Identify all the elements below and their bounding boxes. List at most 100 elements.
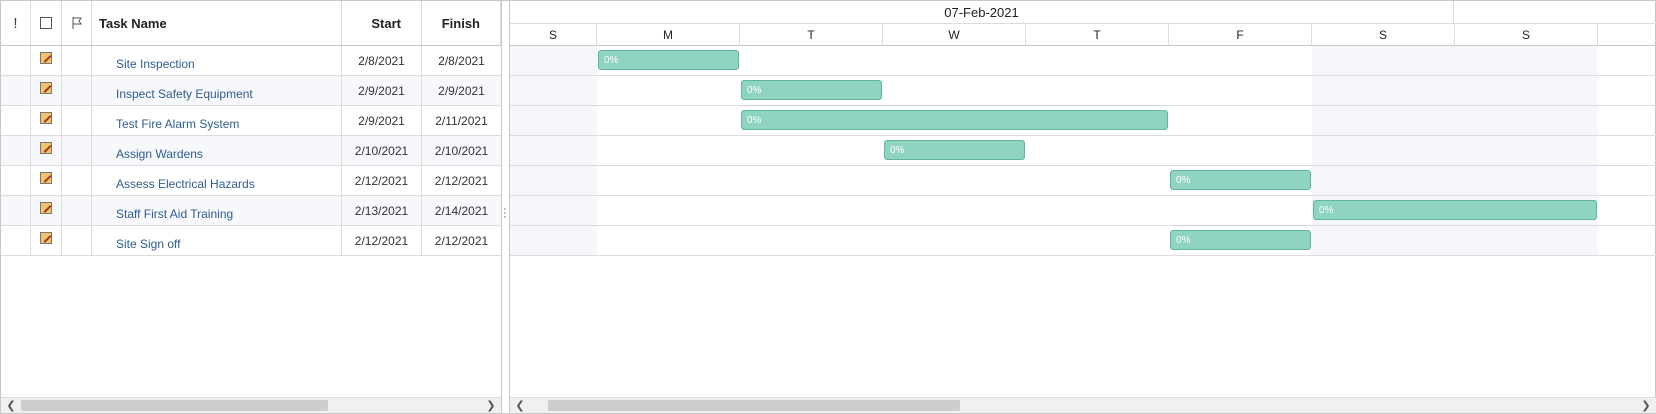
start-date-cell[interactable]: 2/12/2021: [342, 166, 422, 195]
task-name-cell[interactable]: Assess Electrical Hazards: [92, 166, 342, 195]
checkbox-icon[interactable]: [40, 17, 52, 29]
importance-cell[interactable]: [1, 226, 31, 255]
task-type-cell[interactable]: [31, 106, 62, 135]
task-name-cell[interactable]: Site Inspection: [92, 46, 342, 75]
finish-date-cell[interactable]: 2/12/2021: [422, 226, 501, 255]
finish-date-cell[interactable]: 2/10/2021: [422, 136, 501, 165]
flag-cell[interactable]: [62, 76, 92, 105]
chart-scroll-left-arrow-icon[interactable]: ❮: [512, 398, 528, 413]
task-type-cell[interactable]: [31, 76, 62, 105]
importance-cell[interactable]: [1, 106, 31, 135]
task-progress-label: 0%: [747, 114, 762, 126]
grid-header: ! Task Name Start Finish: [1, 1, 501, 46]
timeline-day: T: [1026, 24, 1169, 46]
task-name-cell[interactable]: Assign Wardens: [92, 136, 342, 165]
task-bar[interactable]: 0%: [741, 110, 1168, 130]
task-name-cell[interactable]: Staff First Aid Training: [92, 196, 342, 225]
finish-date-cell[interactable]: 2/8/2021: [422, 46, 501, 75]
task-name: Assess Electrical Hazards: [116, 176, 255, 191]
task-edit-icon[interactable]: [40, 171, 52, 184]
flag-column-header[interactable]: [62, 1, 92, 45]
pane-splitter[interactable]: · · ·: [502, 1, 510, 413]
finish-date-cell[interactable]: 2/9/2021: [422, 76, 501, 105]
start-column-header[interactable]: Start: [342, 1, 422, 45]
task-bar[interactable]: 0%: [1170, 230, 1311, 250]
task-type-cell[interactable]: [31, 226, 62, 255]
importance-cell[interactable]: [1, 46, 31, 75]
chart-scroll-right-arrow-icon[interactable]: ❯: [1638, 398, 1654, 413]
chart-scroll-thumb[interactable]: [548, 400, 960, 411]
finish-date: 2/10/2021: [434, 143, 489, 158]
grid-horizontal-scrollbar[interactable]: ❮ ❯: [1, 397, 501, 413]
finish-column-header[interactable]: Finish: [422, 1, 501, 45]
task-bar[interactable]: 0%: [741, 80, 882, 100]
task-type-cell[interactable]: [31, 196, 62, 225]
start-date: 2/10/2021: [354, 143, 409, 158]
chart-row: 0%: [510, 166, 1656, 196]
start-date-cell[interactable]: 2/8/2021: [342, 46, 422, 75]
task-progress-label: 0%: [890, 144, 905, 156]
chart-horizontal-scrollbar[interactable]: ❮ ❯: [510, 397, 1656, 413]
flag-cell[interactable]: [62, 46, 92, 75]
importance-column-header[interactable]: !: [1, 1, 31, 45]
start-date-cell[interactable]: 2/12/2021: [342, 226, 422, 255]
importance-cell[interactable]: [1, 196, 31, 225]
timeline-day: F: [1169, 24, 1312, 46]
scroll-left-arrow-icon[interactable]: ❮: [3, 398, 19, 413]
task-name-cell[interactable]: Inspect Safety Equipment: [92, 76, 342, 105]
start-date: 2/12/2021: [354, 233, 409, 248]
task-progress-label: 0%: [1319, 204, 1334, 216]
task-type-cell[interactable]: [31, 136, 62, 165]
task-type-cell[interactable]: [31, 166, 62, 195]
task-name-header-label: Task Name: [99, 15, 167, 31]
task-edit-icon[interactable]: [40, 231, 52, 244]
task-edit-icon[interactable]: [40, 141, 52, 154]
task-bar[interactable]: 0%: [1313, 200, 1597, 220]
task-edit-icon[interactable]: [40, 201, 52, 214]
importance-cell[interactable]: [1, 76, 31, 105]
timeline-day: S: [1455, 24, 1598, 46]
start-date-cell[interactable]: 2/9/2021: [342, 76, 422, 105]
task-edit-icon[interactable]: [40, 51, 52, 64]
task-edit-icon[interactable]: [40, 111, 52, 124]
finish-date: 2/11/2021: [435, 113, 488, 128]
flag-cell[interactable]: [62, 226, 92, 255]
table-row[interactable]: Assess Electrical Hazards 2/12/2021 2/12/2…: [1, 166, 501, 196]
flag-cell[interactable]: [62, 166, 92, 195]
task-bar[interactable]: 0%: [1170, 170, 1311, 190]
importance-cell[interactable]: [1, 166, 31, 195]
task-bar[interactable]: 0%: [884, 140, 1025, 160]
finish-date-cell[interactable]: 2/12/2021: [422, 166, 501, 195]
task-type-cell[interactable]: [31, 46, 62, 75]
start-date-cell[interactable]: 2/9/2021: [342, 106, 422, 135]
table-row[interactable]: Staff First Aid Training 2/13/2021 2/14/20…: [1, 196, 501, 226]
flag-cell[interactable]: [62, 136, 92, 165]
task-name-cell[interactable]: Test Fire Alarm System: [92, 106, 342, 135]
timeline-day-overflow: [1598, 24, 1656, 46]
importance-cell[interactable]: [1, 136, 31, 165]
task-name-column-header[interactable]: Task Name: [92, 1, 342, 45]
grid-scroll-thumb[interactable]: [21, 400, 328, 411]
start-date-cell[interactable]: 2/10/2021: [342, 136, 422, 165]
splitter-grip-icon[interactable]: · · ·: [503, 204, 507, 223]
task-bar[interactable]: 0%: [598, 50, 739, 70]
table-row[interactable]: Assign Wardens 2/10/2021 2/10/2021: [1, 136, 501, 166]
finish-date-cell[interactable]: 2/11/2021: [422, 106, 501, 135]
flag-cell[interactable]: [62, 196, 92, 225]
select-all-column-header[interactable]: [31, 1, 62, 45]
table-row[interactable]: Test Fire Alarm System 2/9/2021 2/11/2021: [1, 106, 501, 136]
scroll-right-arrow-icon[interactable]: ❯: [483, 398, 499, 413]
task-progress-label: 0%: [747, 84, 762, 96]
task-name-cell[interactable]: Site Sign off: [92, 226, 342, 255]
start-date-cell[interactable]: 2/13/2021: [342, 196, 422, 225]
importance-icon: !: [13, 14, 18, 32]
task-edit-icon[interactable]: [40, 81, 52, 94]
table-row[interactable]: Inspect Safety Equipment 2/9/2021 2/9/2021: [1, 76, 501, 106]
flag-cell[interactable]: [62, 106, 92, 135]
table-row[interactable]: Site Inspection 2/8/2021 2/8/2021: [1, 46, 501, 76]
task-name: Assign Wardens: [116, 146, 203, 161]
finish-date-cell[interactable]: 2/14/2021: [422, 196, 501, 225]
table-row[interactable]: Site Sign off 2/12/2021 2/12/2021: [1, 226, 501, 256]
timeline-day: W: [883, 24, 1026, 46]
timeline-week-header: 07-Feb-2021: [510, 1, 1454, 24]
